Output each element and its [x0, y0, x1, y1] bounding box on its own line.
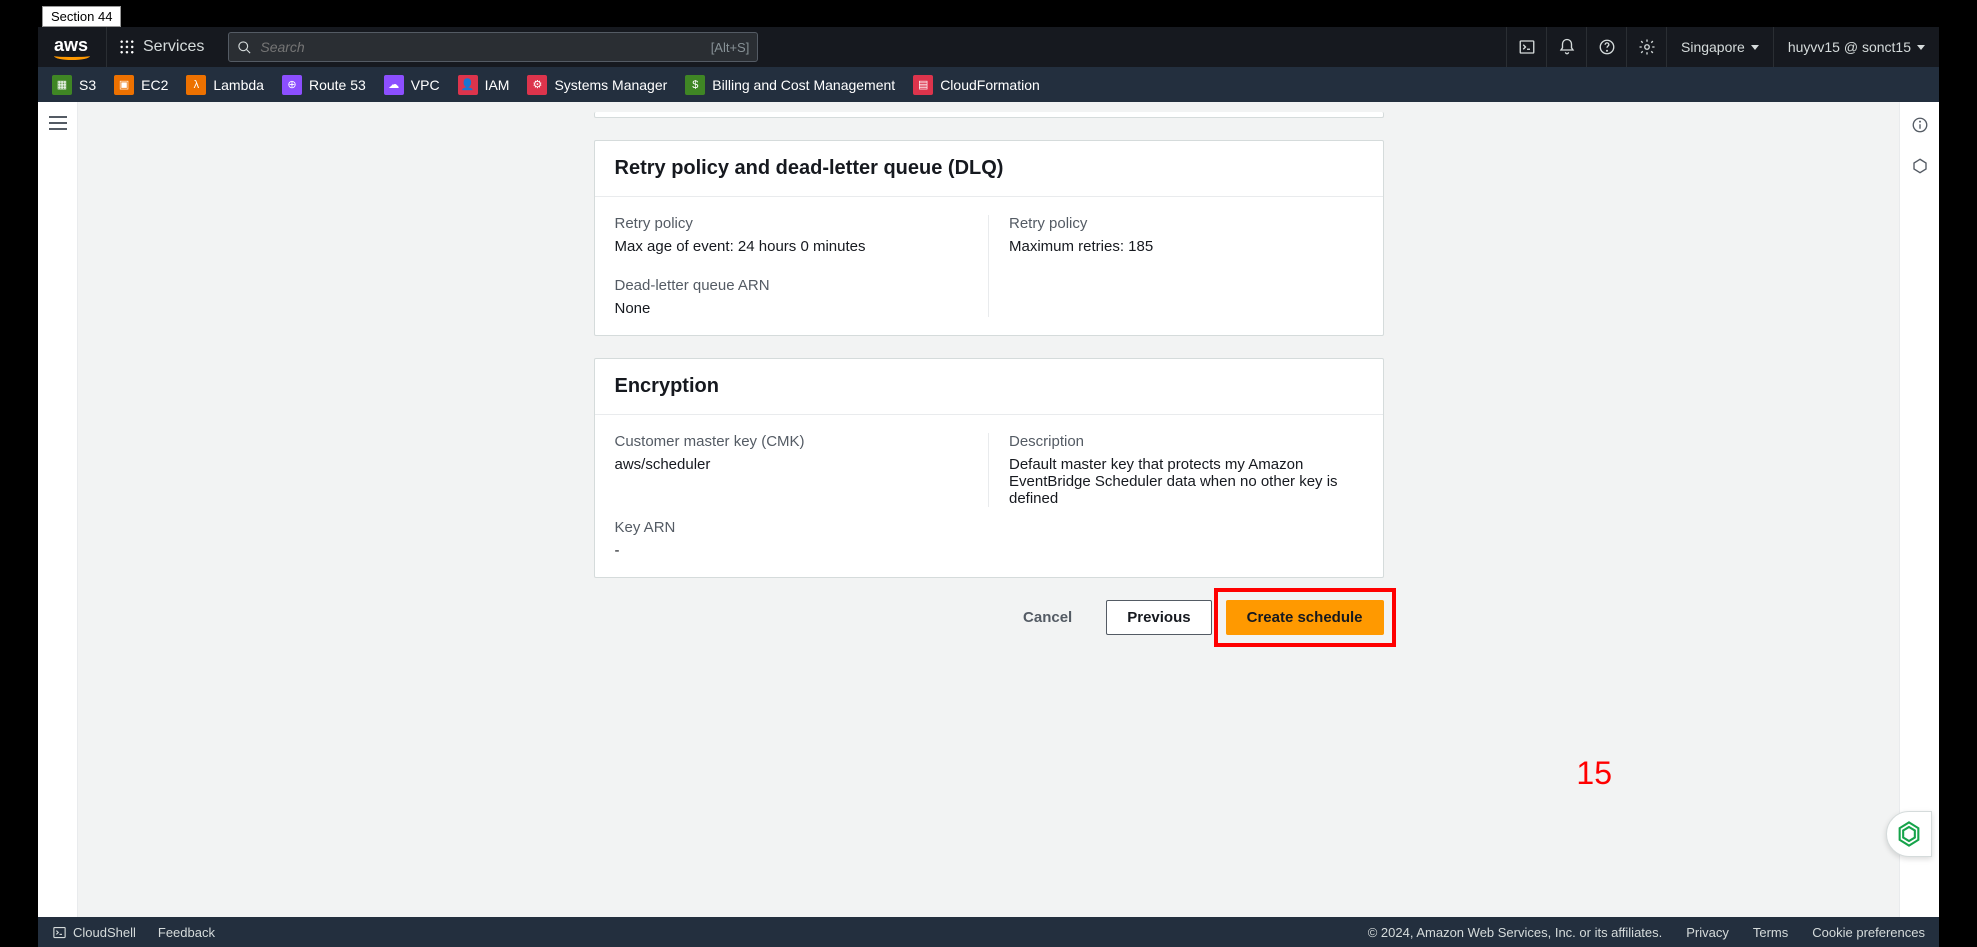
search-bar[interactable]: [Alt+S] [228, 32, 758, 62]
workspace: Retry policy and dead-letter queue (DLQ)… [38, 102, 1939, 917]
fav-billing[interactable]: $ Billing and Cost Management [685, 75, 895, 95]
billing-icon: $ [685, 75, 705, 95]
cancel-button[interactable]: Cancel [1003, 601, 1092, 634]
retry-dlq-card: Retry policy and dead-letter queue (DLQ)… [594, 140, 1384, 336]
info-panel-toggle[interactable] [1911, 116, 1929, 139]
amazon-q-icon [1895, 820, 1923, 848]
fav-s3[interactable]: ▦ S3 [52, 75, 96, 95]
fav-iam[interactable]: 👤 IAM [458, 75, 510, 95]
column-divider [988, 215, 989, 317]
region-label: Singapore [1681, 39, 1745, 55]
cloudshell-icon [1518, 38, 1536, 56]
cmk-label: Customer master key (CMK) [615, 433, 969, 450]
copyright-text: © 2024, Amazon Web Services, Inc. or its… [1368, 925, 1663, 940]
info-icon [1911, 116, 1929, 134]
right-rail [1899, 102, 1939, 917]
encryption-header: Encryption [595, 359, 1383, 415]
cloudshell-link[interactable]: CloudShell [52, 925, 136, 940]
main-content: Retry policy and dead-letter queue (DLQ)… [78, 102, 1899, 917]
caret-down-icon [1751, 45, 1759, 50]
desc-label: Description [1009, 433, 1363, 450]
section-tag: Section 44 [42, 6, 121, 27]
retry-dlq-header: Retry policy and dead-letter queue (DLQ) [595, 141, 1383, 197]
services-menu[interactable]: Services [106, 27, 216, 67]
column-divider [988, 433, 989, 507]
hexagon-icon [1911, 157, 1929, 175]
search-icon [237, 40, 252, 55]
fav-vpc[interactable]: ☁ VPC [384, 75, 440, 95]
desc-value: Default master key that protects my Amaz… [1009, 456, 1363, 507]
cloudformation-icon: ▤ [913, 75, 933, 95]
ec2-icon: ▣ [114, 75, 134, 95]
feedback-label: Feedback [158, 925, 215, 940]
bottom-bar: CloudShell Feedback © 2024, Amazon Web S… [38, 917, 1939, 947]
lambda-icon: λ [186, 75, 206, 95]
encryption-card: Encryption Customer master key (CMK) aws… [594, 358, 1384, 578]
dlq-arn-label: Dead-letter queue ARN [615, 277, 969, 294]
cloudshell-label: CloudShell [73, 925, 136, 940]
cloudshell-top-button[interactable] [1506, 27, 1546, 67]
chat-fab[interactable] [1886, 811, 1932, 857]
user-menu[interactable]: huyvv15 @ sonct15 [1773, 27, 1939, 67]
fav-label: Lambda [213, 77, 264, 93]
fav-ssm[interactable]: ⚙ Systems Manager [527, 75, 667, 95]
notifications-button[interactable] [1546, 27, 1586, 67]
fav-label: S3 [79, 77, 96, 93]
s3-icon: ▦ [52, 75, 72, 95]
create-schedule-button[interactable]: Create schedule [1226, 600, 1384, 635]
retry-policy-value: Max age of event: 24 hours 0 minutes [615, 238, 969, 255]
key-arn-label: Key ARN [615, 519, 989, 536]
fav-label: EC2 [141, 77, 168, 93]
left-nav-toggle[interactable] [49, 116, 67, 130]
ssm-icon: ⚙ [527, 75, 547, 95]
left-rail [38, 102, 78, 917]
cmk-value: aws/scheduler [615, 456, 969, 473]
retry-policy-right-label: Retry policy [1009, 215, 1363, 232]
feedback-link[interactable]: Feedback [158, 925, 215, 940]
fav-route53[interactable]: ⊕ Route 53 [282, 75, 366, 95]
fav-lambda[interactable]: λ Lambda [186, 75, 264, 95]
fav-label: IAM [485, 77, 510, 93]
fav-label: CloudFormation [940, 77, 1040, 93]
fav-cloudformation[interactable]: ▤ CloudFormation [913, 75, 1040, 95]
gear-icon [1638, 38, 1656, 56]
resource-panel-toggle[interactable] [1911, 157, 1929, 180]
annotation-number: 15 [1576, 755, 1612, 792]
route53-icon: ⊕ [282, 75, 302, 95]
cookie-link[interactable]: Cookie preferences [1812, 925, 1925, 940]
fav-label: Route 53 [309, 77, 366, 93]
settings-button[interactable] [1626, 27, 1666, 67]
iam-icon: 👤 [458, 75, 478, 95]
favorites-bar: ▦ S3 ▣ EC2 λ Lambda ⊕ Route 53 ☁ VPC 👤 IAM ⚙ Sy… [38, 67, 1939, 102]
previous-card-edge [594, 112, 1384, 118]
services-label: Services [143, 38, 204, 56]
fav-label: Billing and Cost Management [712, 77, 895, 93]
help-button[interactable] [1586, 27, 1626, 67]
footer-actions: Cancel Previous Create schedule [594, 600, 1384, 635]
dlq-arn-value: None [615, 300, 969, 317]
aws-logo-smile-icon [54, 52, 90, 60]
fav-ec2[interactable]: ▣ EC2 [114, 75, 168, 95]
key-arn-value: - [615, 542, 989, 559]
vpc-icon: ☁ [384, 75, 404, 95]
grid-icon [119, 39, 135, 55]
retry-policy-right-value: Maximum retries: 185 [1009, 238, 1363, 255]
cloudshell-icon [52, 925, 67, 940]
form-area: Retry policy and dead-letter queue (DLQ)… [594, 102, 1384, 917]
search-input[interactable] [260, 39, 710, 55]
user-label: huyvv15 @ sonct15 [1788, 39, 1911, 55]
fav-label: VPC [411, 77, 440, 93]
region-selector[interactable]: Singapore [1666, 27, 1773, 67]
bell-icon [1558, 38, 1576, 56]
aws-logo[interactable]: aws [38, 35, 106, 60]
search-shortcut: [Alt+S] [711, 40, 750, 55]
aws-topbar: aws Services [Alt+S] Singapore [38, 27, 1939, 67]
privacy-link[interactable]: Privacy [1686, 925, 1729, 940]
retry-policy-label: Retry policy [615, 215, 969, 232]
fav-label: Systems Manager [554, 77, 667, 93]
terms-link[interactable]: Terms [1753, 925, 1788, 940]
previous-button[interactable]: Previous [1106, 600, 1211, 635]
help-icon [1598, 38, 1616, 56]
caret-down-icon [1917, 45, 1925, 50]
